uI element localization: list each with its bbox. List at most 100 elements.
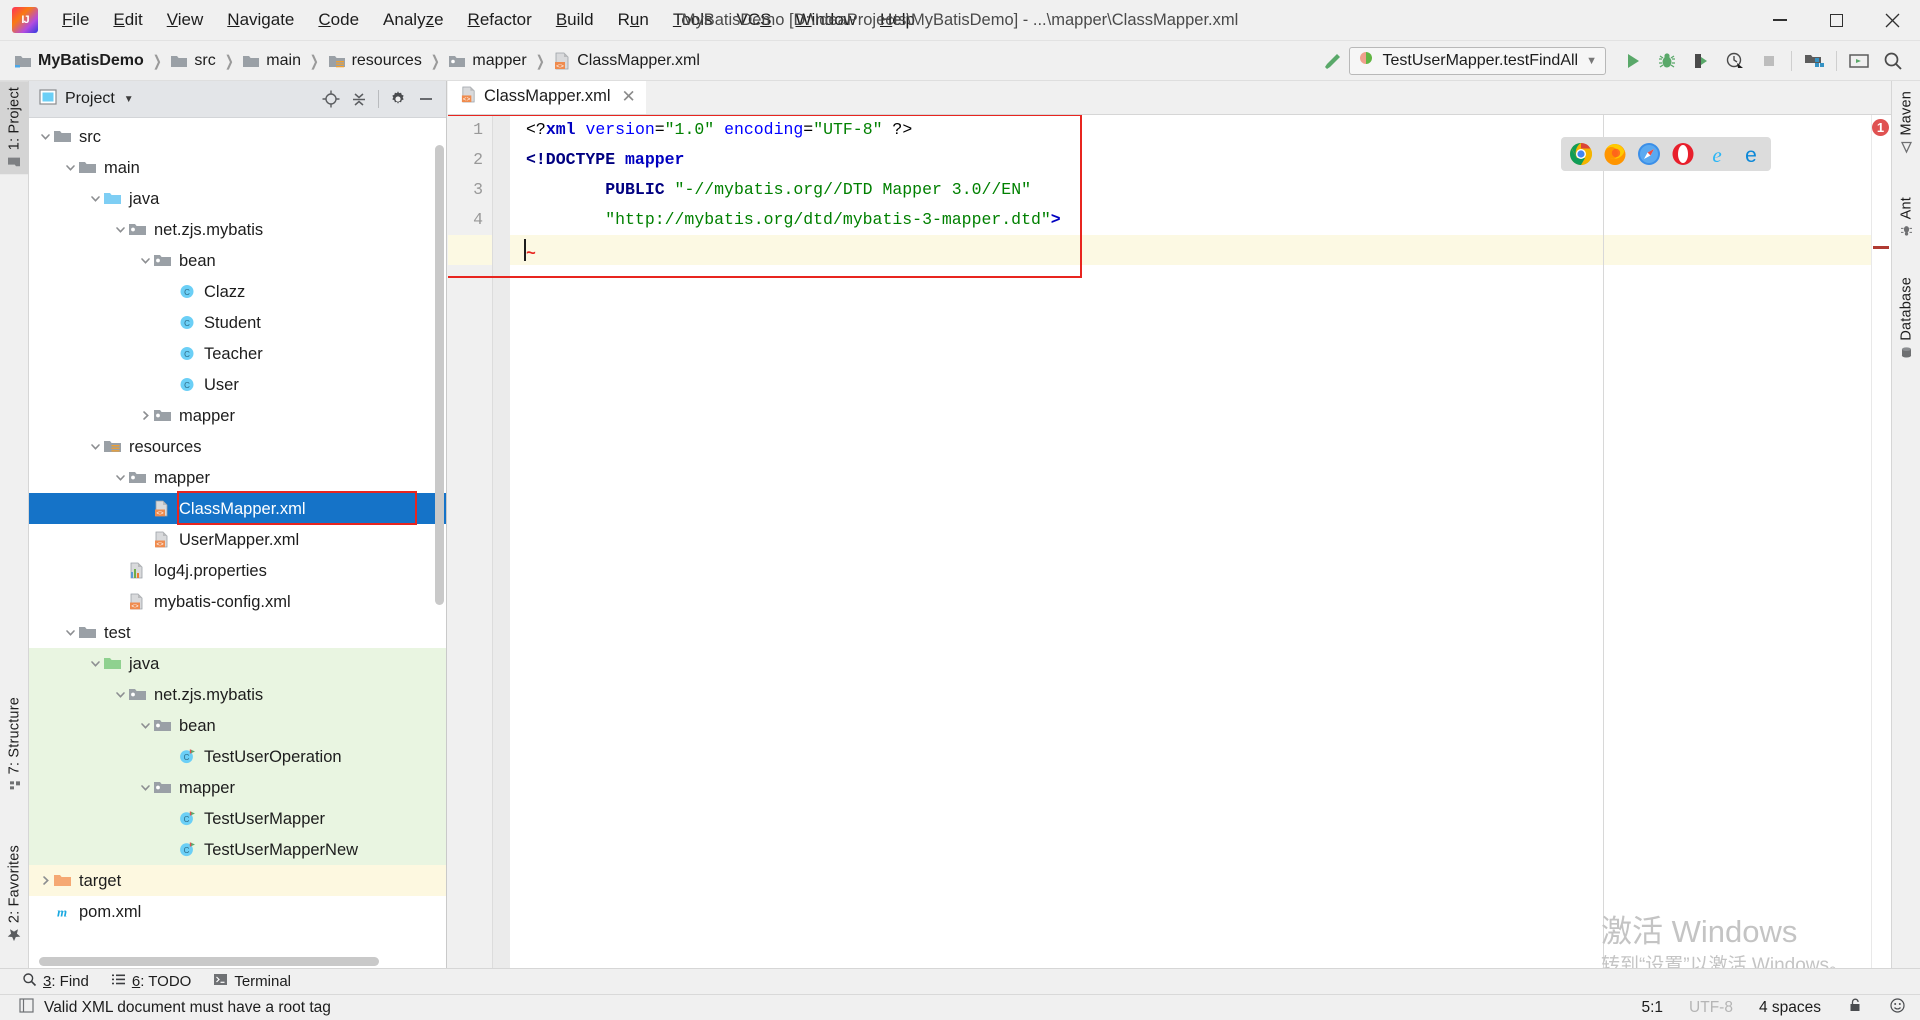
tree-node-bean[interactable]: bean <box>29 710 446 741</box>
editor-body[interactable]: 12345 <?xml version="1.0" encoding="UTF-… <box>448 115 1891 968</box>
caret-position[interactable]: 5:1 <box>1641 999 1663 1017</box>
sidebar-item-favorites[interactable]: 2: Favorites <box>0 839 29 948</box>
search-everywhere-button[interactable] <box>1876 46 1910 76</box>
tree-node-src[interactable]: src <box>29 121 446 152</box>
code-line[interactable]: PUBLIC "-//mybatis.org//DTD Mapper 3.0//… <box>510 175 1891 205</box>
chevron-down-icon[interactable] <box>87 439 103 455</box>
locate-file-button[interactable] <box>319 87 343 111</box>
menu-analyze[interactable]: Analyze <box>371 6 456 34</box>
opera-icon[interactable] <box>1671 142 1695 166</box>
sidebar-item-project[interactable]: 1: Project <box>0 81 29 175</box>
menu-refactor[interactable]: Refactor <box>456 6 544 34</box>
unlocked-icon[interactable] <box>1847 997 1863 1018</box>
chevron-down-icon[interactable] <box>37 129 53 145</box>
project-structure-button[interactable] <box>1797 46 1831 76</box>
tree-node-teacher[interactable]: C Teacher <box>29 338 446 369</box>
tree-node-student[interactable]: C Student <box>29 307 446 338</box>
chevron-down-icon[interactable] <box>112 222 128 238</box>
chevron-down-icon[interactable] <box>137 718 153 734</box>
code-line[interactable]: "http://mybatis.org/dtd/mybatis-3-mapper… <box>510 205 1891 235</box>
close-icon[interactable]: ✕ <box>622 87 636 107</box>
tree-node-testusermapper[interactable]: C TestUserMapper <box>29 803 446 834</box>
chevron-down-icon[interactable] <box>112 687 128 703</box>
internet-explorer-icon[interactable]: e <box>1705 142 1729 167</box>
code-line[interactable] <box>510 235 1891 265</box>
breadcrumb-item-resources[interactable]: resources <box>328 52 422 70</box>
chevron-down-icon[interactable] <box>87 656 103 672</box>
editor-tab-classmapper-xml[interactable]: <> ClassMapper.xml ✕ <box>448 81 646 114</box>
code-folding-gutter[interactable] <box>492 115 510 968</box>
menu-vcs[interactable]: VCS <box>725 6 784 34</box>
tree-node-pom-xml[interactable]: m pom.xml <box>29 896 446 927</box>
build-button[interactable] <box>1315 46 1349 76</box>
debug-button[interactable] <box>1650 46 1684 76</box>
breadcrumb-item-src[interactable]: src <box>170 52 216 70</box>
chevron-right-icon[interactable] <box>37 873 53 889</box>
tree-node-usermapper-xml[interactable]: <> UserMapper.xml <box>29 524 446 555</box>
profile-button[interactable] <box>1718 46 1752 76</box>
sidebar-item-database[interactable]: Database <box>1892 271 1920 365</box>
sidebar-item-maven[interactable]: Maven <box>1892 85 1920 160</box>
tree-node-target[interactable]: target <box>29 865 446 896</box>
chevron-down-icon[interactable] <box>87 191 103 207</box>
tree-node-bean[interactable]: bean <box>29 245 446 276</box>
chevron-down-icon[interactable] <box>62 625 78 641</box>
chevron-right-icon[interactable] <box>137 408 153 424</box>
safari-icon[interactable] <box>1637 142 1661 166</box>
update-project-button[interactable] <box>1842 46 1876 76</box>
breadcrumb-item-main[interactable]: main <box>242 52 301 70</box>
error-count-badge[interactable]: 1 <box>1872 119 1889 136</box>
tree-node-testuseroperation[interactable]: C TestUserOperation <box>29 741 446 772</box>
chevron-down-icon[interactable] <box>137 253 153 269</box>
breadcrumb-item-file[interactable]: <> ClassMapper.xml <box>553 52 700 70</box>
close-button[interactable] <box>1864 0 1920 41</box>
tree-node-net-zjs-mybatis[interactable]: net.zjs.mybatis <box>29 214 446 245</box>
tree-node-net-zjs-mybatis[interactable]: net.zjs.mybatis <box>29 679 446 710</box>
tree-horizontal-scrollbar[interactable] <box>39 957 379 966</box>
code-content[interactable]: <?xml version="1.0" encoding="UTF-8" ?> <… <box>510 115 1891 968</box>
indent-setting[interactable]: 4 spaces <box>1759 999 1821 1017</box>
project-tree[interactable]: src main java net.zjs.mybatis bean C Clazz C Stu… <box>29 118 446 968</box>
feedback-face-icon[interactable] <box>1889 997 1906 1019</box>
run-configuration-selector[interactable]: TestUserMapper.testFindAll ▼ <box>1349 46 1606 75</box>
tree-node-java[interactable]: java <box>29 183 446 214</box>
tool-window-terminal[interactable]: Terminal <box>213 972 291 991</box>
settings-button[interactable] <box>386 87 410 111</box>
error-stripe-gutter[interactable]: 1 <box>1871 115 1891 968</box>
minimize-button[interactable] <box>1752 0 1808 41</box>
error-stripe-mark[interactable] <box>1873 246 1889 249</box>
menu-file[interactable]: File <box>50 6 101 34</box>
chevron-down-icon[interactable]: ▼ <box>124 94 134 105</box>
run-button[interactable] <box>1616 46 1650 76</box>
chevron-down-icon[interactable] <box>62 160 78 176</box>
sidebar-item-structure[interactable]: 7: Structure <box>0 691 29 798</box>
collapse-all-button[interactable] <box>347 87 371 111</box>
chevron-down-icon[interactable] <box>112 470 128 486</box>
run-with-coverage-button[interactable] <box>1684 46 1718 76</box>
tree-vertical-scrollbar[interactable] <box>435 145 444 605</box>
menu-run[interactable]: Run <box>606 6 661 34</box>
menu-window[interactable]: Window <box>784 6 868 34</box>
edge-icon[interactable]: e <box>1739 142 1763 167</box>
tree-node-log4j-properties[interactable]: log4j.properties <box>29 555 446 586</box>
menu-help[interactable]: Help <box>868 6 927 34</box>
tree-node-mapper[interactable]: mapper <box>29 462 446 493</box>
breadcrumb-item-mapper[interactable]: mapper <box>448 52 527 70</box>
hide-panel-button[interactable] <box>414 87 438 111</box>
tree-node-mapper[interactable]: mapper <box>29 400 446 431</box>
tree-node-test[interactable]: test <box>29 617 446 648</box>
chevron-down-icon[interactable] <box>137 780 153 796</box>
tool-window-todo[interactable]: 6: TODO <box>111 972 191 991</box>
menu-navigate[interactable]: Navigate <box>215 6 306 34</box>
menu-edit[interactable]: Edit <box>101 6 154 34</box>
sidebar-item-ant[interactable]: Ant <box>1892 191 1920 243</box>
firefox-icon[interactable] <box>1603 142 1627 166</box>
maximize-button[interactable] <box>1808 0 1864 41</box>
tree-node-user[interactable]: C User <box>29 369 446 400</box>
menu-code[interactable]: Code <box>306 6 371 34</box>
chrome-icon[interactable] <box>1569 142 1593 166</box>
menu-build[interactable]: Build <box>544 6 606 34</box>
tree-node-clazz[interactable]: C Clazz <box>29 276 446 307</box>
tree-node-classmapper-xml[interactable]: <> ClassMapper.xml <box>29 493 446 524</box>
tree-node-testusermappernew[interactable]: C TestUserMapperNew <box>29 834 446 865</box>
